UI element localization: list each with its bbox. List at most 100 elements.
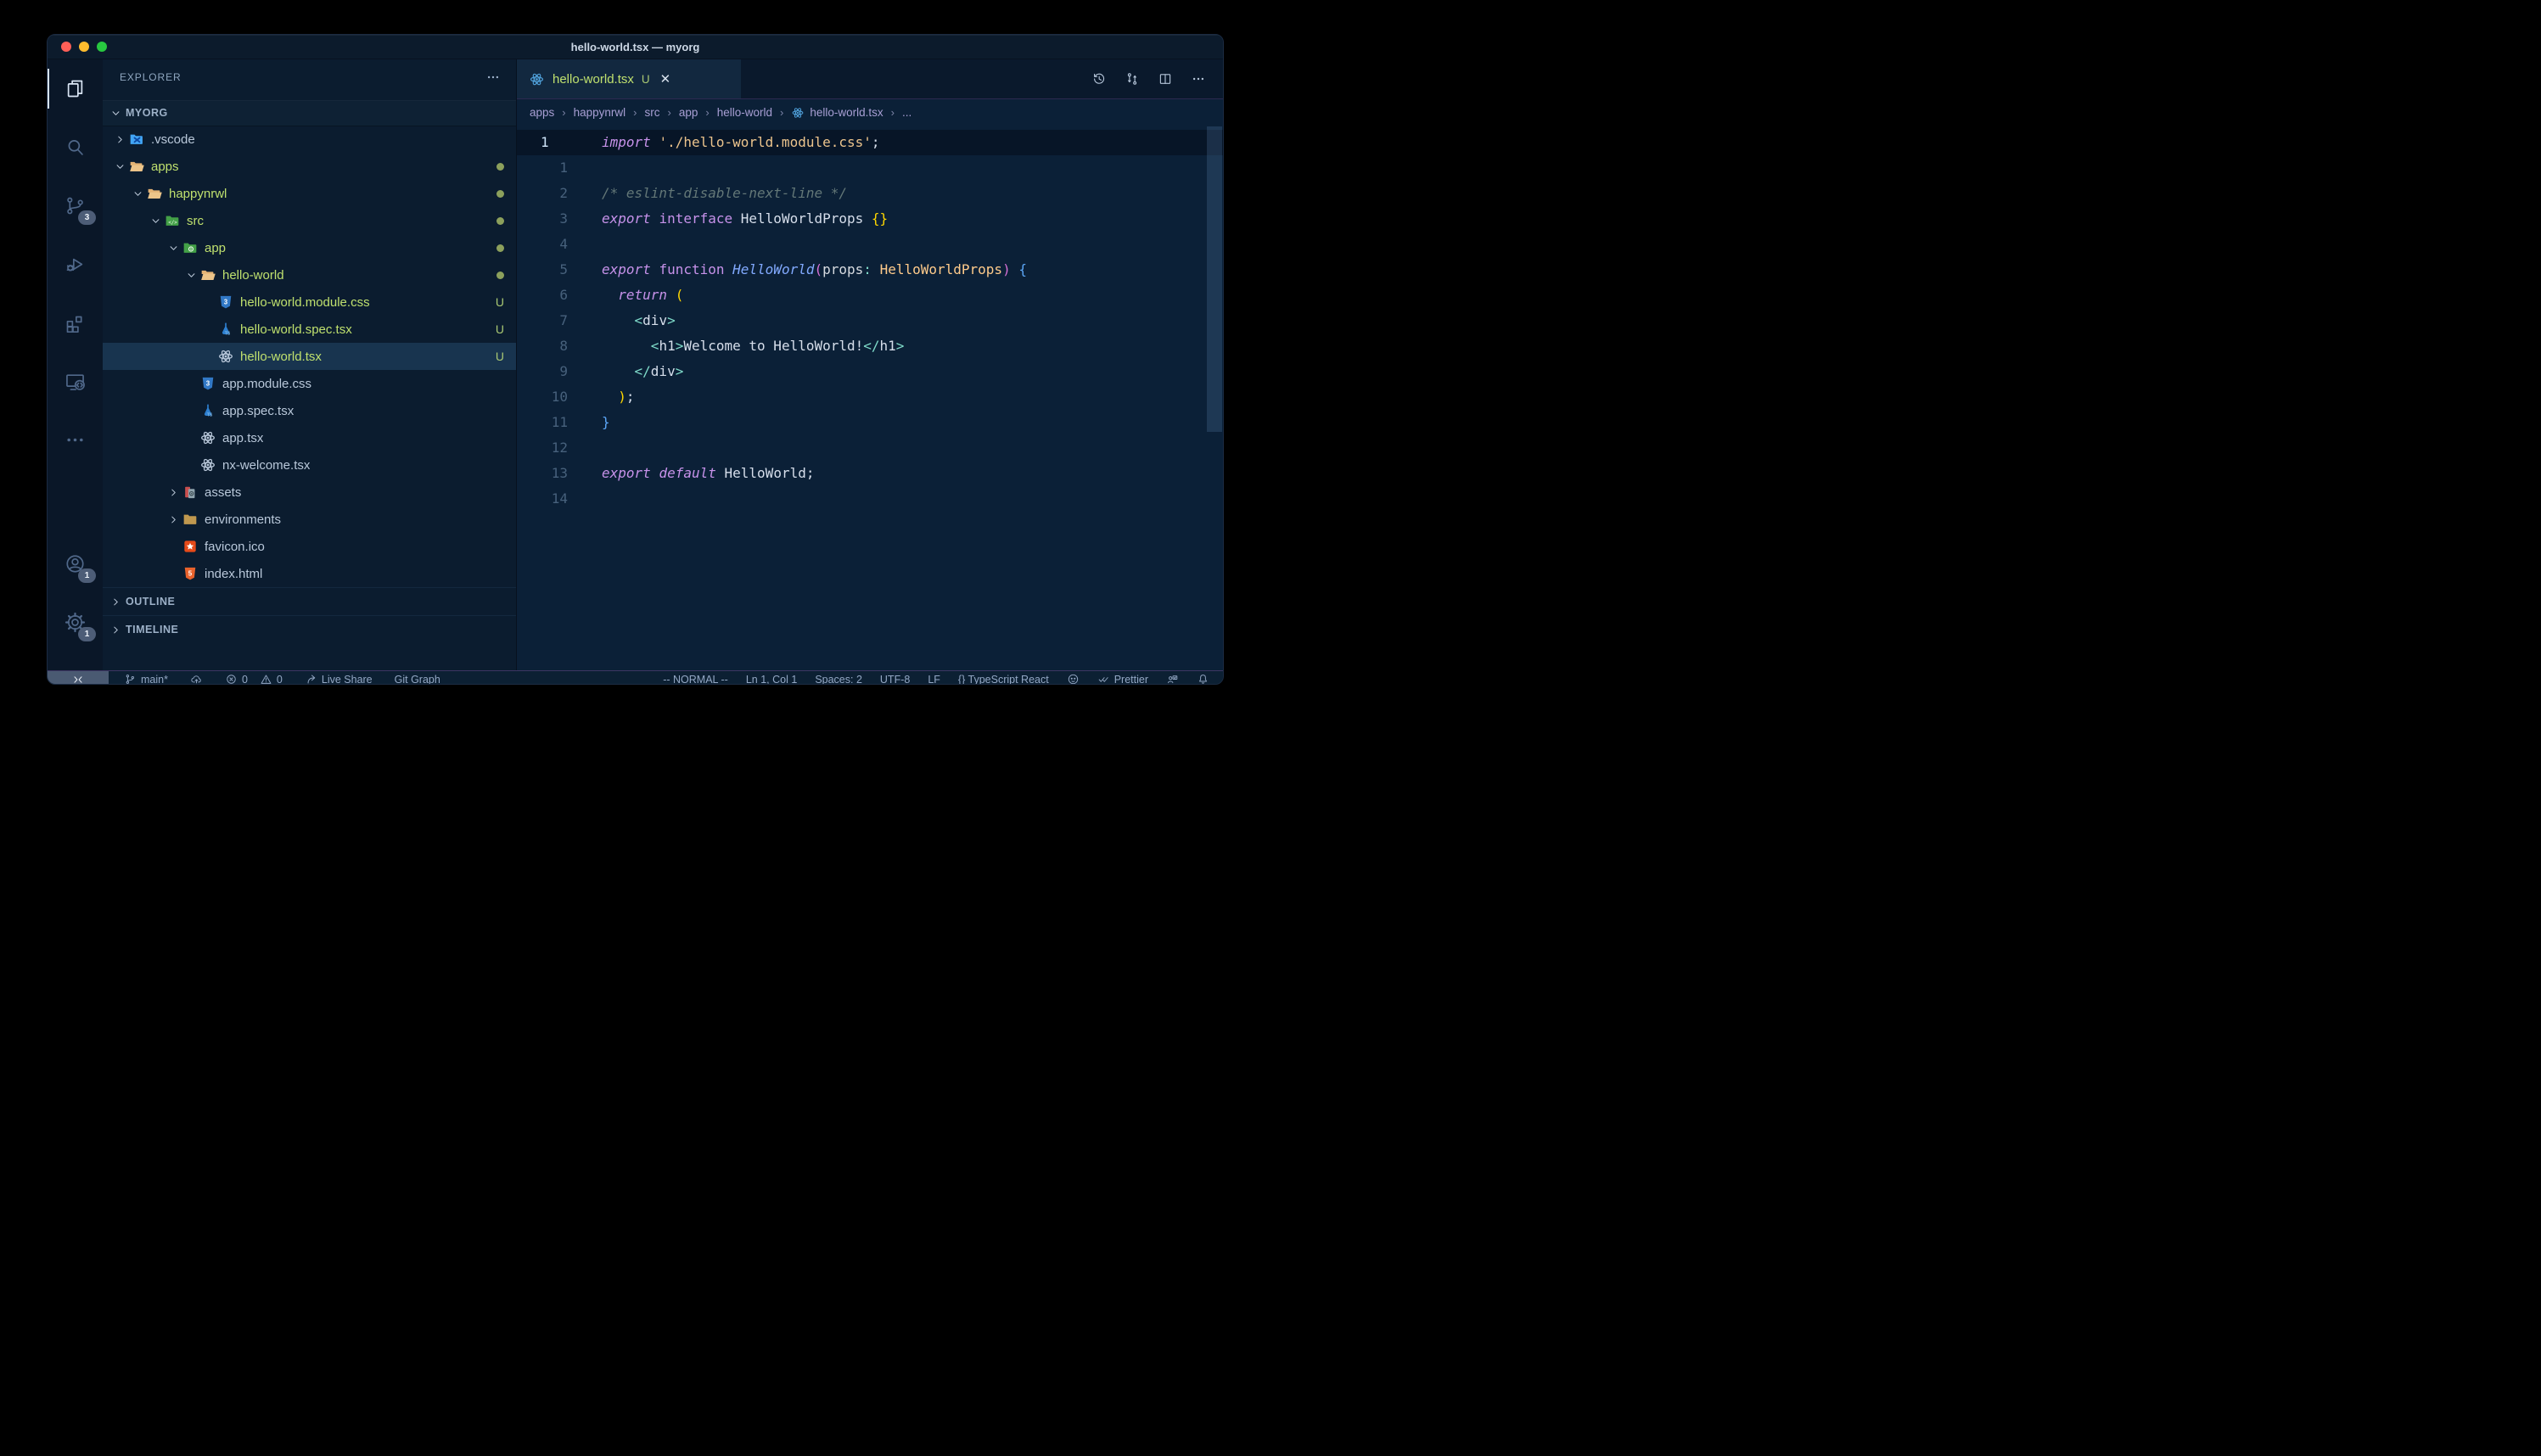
folder-open-icon	[128, 158, 145, 175]
tab-close-button[interactable]: ✕	[660, 73, 671, 86]
status-remote-indicator[interactable]	[48, 671, 109, 685]
tree-item-label: hello-world	[222, 268, 284, 283]
run-and-debug-icon	[64, 253, 87, 276]
git-modified-dot-badge	[496, 244, 504, 252]
split-editor-button[interactable]	[1158, 71, 1173, 87]
breadcrumb-separator: ›	[633, 106, 637, 119]
editor-group[interactable]: hello-world.tsx U ✕ apps›happynrwl›src›a…	[517, 59, 1223, 670]
chevron-down-icon	[147, 215, 164, 227]
status-encoding[interactable]: UTF-8	[880, 674, 910, 686]
open-timeline-button[interactable]	[1091, 71, 1107, 87]
zoom-window-button[interactable]	[97, 42, 107, 52]
tree-item-src[interactable]: </>src	[103, 207, 516, 234]
breadcrumb-separator: ›	[891, 106, 895, 119]
git-modified-dot-badge	[496, 272, 504, 279]
status-eol[interactable]: LF	[928, 674, 940, 686]
activity-bar-item-remote-explorer[interactable]	[48, 352, 103, 411]
tree-item-label: favicon.ico	[205, 540, 265, 554]
activity-bar-item-extensions[interactable]	[48, 294, 103, 352]
line-number: 14	[517, 486, 568, 512]
tree-item--vscode[interactable]: .vscode	[103, 126, 516, 153]
chevron-right-icon	[165, 486, 182, 499]
feedback-icon	[1166, 673, 1179, 685]
react-icon	[199, 429, 216, 446]
tree-item-hello-world-tsx[interactable]: hello-world.tsxU	[103, 343, 516, 370]
folder-src-icon: </>	[164, 212, 181, 229]
status-cursor-position[interactable]: Ln 1, Col 1	[746, 674, 797, 686]
code-line: 12	[517, 435, 1223, 461]
tree-item-label: assets	[205, 485, 241, 500]
status-indentation[interactable]: Spaces: 2	[815, 674, 862, 686]
status-git-branch[interactable]: main*	[124, 673, 168, 685]
sidebar-panel-outline[interactable]: OUTLINE	[103, 587, 516, 615]
open-changes-button[interactable]	[1125, 71, 1140, 87]
tree-item-app-module-css[interactable]: 3app.module.css	[103, 370, 516, 397]
tab-git-status-badge: U	[642, 73, 650, 86]
line-number: 9	[517, 359, 568, 384]
more-actions-button[interactable]	[1191, 71, 1206, 87]
chevron-down-icon	[165, 242, 182, 255]
tree-item-hello-world[interactable]: hello-world	[103, 261, 516, 288]
tree-item-app-spec-tsx[interactable]: TS app.spec.tsx	[103, 397, 516, 424]
line-number: 1	[517, 130, 568, 155]
svg-text:</>: </>	[168, 221, 177, 226]
status-live-share[interactable]: Live Share	[305, 673, 373, 685]
tree-item-index-html[interactable]: 5index.html	[103, 560, 516, 587]
breadcrumb-item-happynrwl[interactable]: happynrwl	[574, 106, 626, 119]
status-prettier[interactable]: Prettier	[1097, 673, 1148, 685]
chevron-down-icon	[109, 107, 122, 120]
tree-item-app-tsx[interactable]: app.tsx	[103, 424, 516, 451]
status-publish-changes[interactable]	[190, 673, 203, 685]
breadcrumb-item-src[interactable]: src	[645, 106, 660, 119]
status-notifications[interactable]	[1197, 673, 1209, 685]
close-window-button[interactable]	[61, 42, 71, 52]
editor-scrollbar[interactable]	[1207, 126, 1222, 432]
tree-item-assets[interactable]: assets	[103, 479, 516, 506]
activity-bar-item-source-control[interactable]: 3	[48, 176, 103, 235]
minimize-window-button[interactable]	[79, 42, 89, 52]
activity-bar-item-settings[interactable]: 1	[48, 593, 103, 652]
prettier-icon	[1097, 673, 1110, 685]
tree-item-apps[interactable]: apps	[103, 153, 516, 180]
code-area[interactable]: 1import './hello-world.module.css';12/* …	[517, 126, 1223, 512]
tab-hello-world-tsx[interactable]: hello-world.tsx U ✕	[517, 59, 741, 98]
breadcrumb-item-hello-world-tsx[interactable]: hello-world.tsx	[791, 106, 883, 120]
tree-item-hello-world-spec-tsx[interactable]: TShello-world.spec.tsxU	[103, 316, 516, 343]
activity-bar-item-search[interactable]	[48, 118, 103, 176]
breadcrumb-item-apps[interactable]: apps	[530, 106, 554, 119]
activity-bar-item-run-and-debug[interactable]	[48, 235, 103, 294]
line-number: 10	[517, 384, 568, 410]
workspace-section-header[interactable]: MYORG	[103, 100, 516, 126]
status-vim-mode[interactable]: -- NORMAL --	[663, 674, 728, 686]
tree-item-happynrwl[interactable]: happynrwl	[103, 180, 516, 207]
react-icon	[529, 71, 545, 87]
breadcrumb-item--[interactable]: ...	[902, 106, 912, 119]
warnings-icon	[260, 673, 272, 685]
explorer-more-actions-button[interactable]	[485, 70, 501, 85]
breadcrumb-item-app[interactable]: app	[679, 106, 698, 119]
breadcrumb: apps›happynrwl›src›app›hello-world›hello…	[517, 99, 1223, 126]
explorer-icon	[64, 77, 87, 100]
sidebar-panel-timeline[interactable]: TIMELINE	[103, 615, 516, 643]
activity-bar-item-accounts[interactable]: 1	[48, 535, 103, 593]
tree-item-label: nx-welcome.tsx	[222, 458, 310, 473]
tree-item-label: app.spec.tsx	[222, 404, 294, 418]
status-problems[interactable]: 00	[225, 673, 283, 685]
code-line: 14	[517, 486, 1223, 512]
tree-item-nx-welcome-tsx[interactable]: nx-welcome.tsx	[103, 451, 516, 479]
tree-item-hello-world-module-css[interactable]: 3hello-world.module.cssU	[103, 288, 516, 316]
status-git-graph[interactable]: Git Graph	[395, 674, 440, 686]
explorer-sidebar: EXPLORER MYORG .vscodeappshappynrwl</>sr…	[103, 59, 517, 670]
status-language-mode[interactable]: {} TypeScript React	[958, 674, 1049, 686]
remote-icon	[71, 673, 85, 686]
svg-text:TS: TS	[207, 413, 213, 418]
tree-item-app[interactable]: app	[103, 234, 516, 261]
tree-item-environments[interactable]: environments	[103, 506, 516, 533]
status-feedback[interactable]	[1166, 673, 1179, 685]
activity-bar-item-explorer[interactable]	[48, 59, 103, 118]
tree-item-favicon-ico[interactable]: favicon.ico	[103, 533, 516, 560]
activity-bar-item-more-views[interactable]	[48, 411, 103, 469]
react-icon	[199, 456, 216, 473]
breadcrumb-item-hello-world[interactable]: hello-world	[717, 106, 772, 119]
status-github[interactable]	[1067, 673, 1080, 685]
